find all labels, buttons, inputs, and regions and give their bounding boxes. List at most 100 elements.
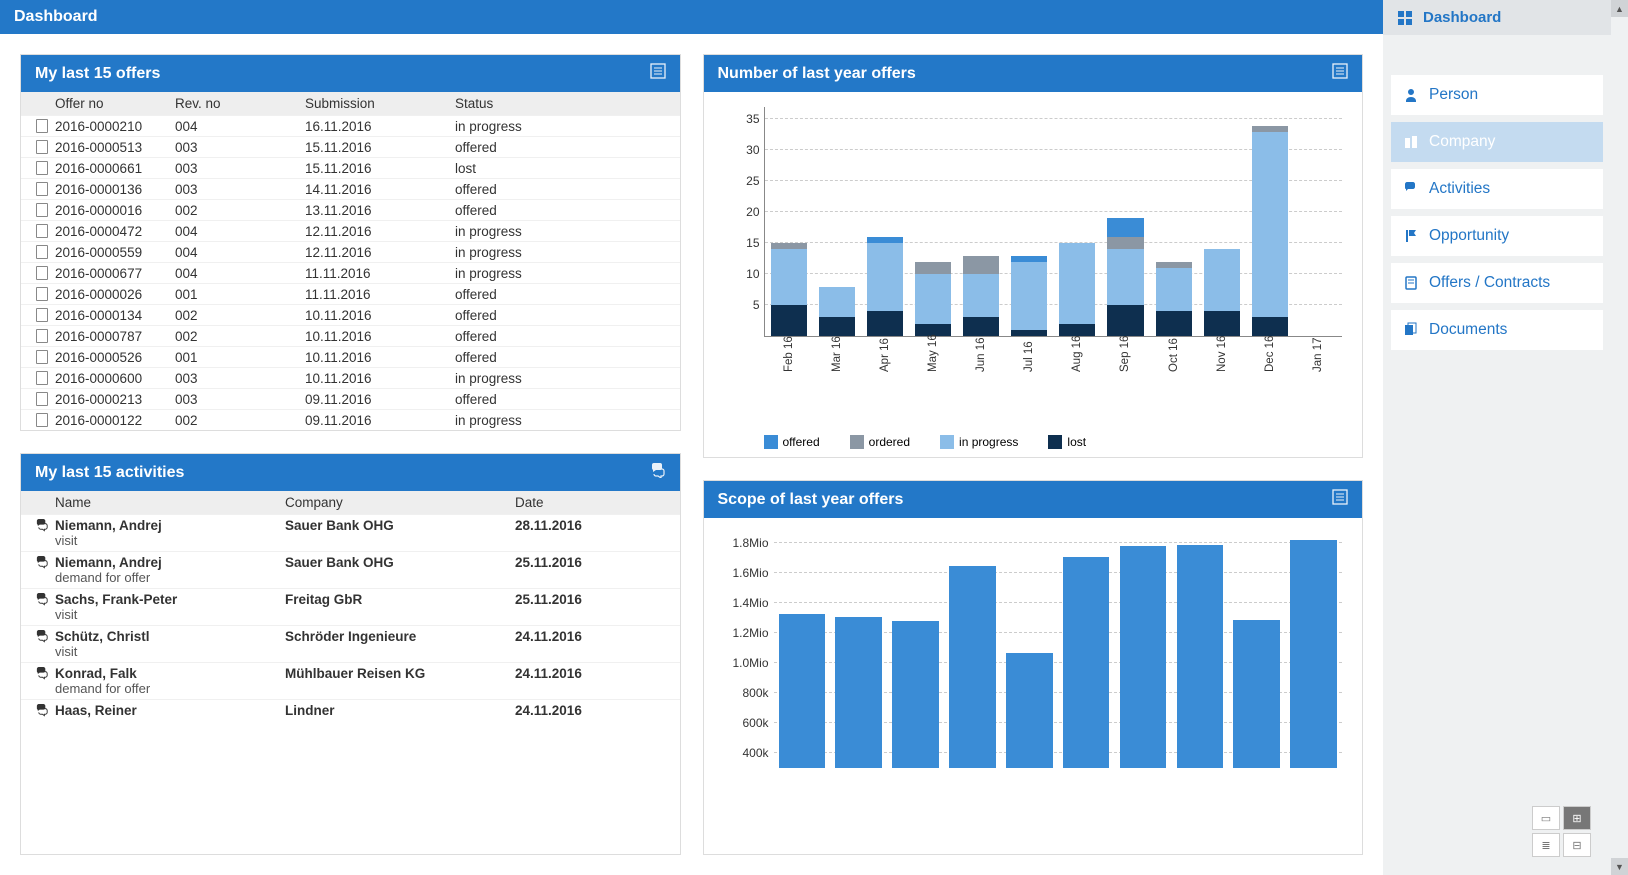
doc-icon <box>36 329 48 343</box>
cell-rev-no: 004 <box>175 119 305 134</box>
cell-offer-no: 2016-0000213 <box>55 392 175 407</box>
number-chart-panel: Number of last year offers 5101520253035… <box>703 54 1364 458</box>
cell-status: offered <box>455 329 672 344</box>
doc-icon <box>36 203 48 217</box>
bar <box>1115 528 1172 768</box>
table-row[interactable]: Konrad, FalkMühlbauer Reisen KG24.11.201… <box>21 662 680 683</box>
cell-status: offered <box>455 287 672 302</box>
cell-rev-no: 002 <box>175 329 305 344</box>
panel-menu-icon[interactable] <box>1332 489 1348 510</box>
chat-icon <box>35 666 50 681</box>
bar <box>944 528 1001 768</box>
bar: May 16 <box>909 107 957 336</box>
cell-submission: 12.11.2016 <box>305 224 455 239</box>
cell-status: offered <box>455 350 672 365</box>
cell-rev-no: 002 <box>175 203 305 218</box>
table-row[interactable]: 2016-000078700210.11.2016offered <box>21 325 680 346</box>
cell-status: in progress <box>455 224 672 239</box>
table-row[interactable]: Sachs, Frank-PeterFreitag GbR25.11.2016 <box>21 588 680 609</box>
cell-submission: 09.11.2016 <box>305 392 455 407</box>
table-row[interactable]: 2016-000052600110.11.2016offered <box>21 346 680 367</box>
view-grid-icon[interactable]: ⊞ <box>1563 806 1591 830</box>
sidebar-item-activities[interactable]: Activities <box>1391 169 1603 209</box>
cell-date: 25.11.2016 <box>515 555 672 570</box>
panel-menu-icon[interactable] <box>1332 63 1348 84</box>
chat-icon <box>35 555 50 570</box>
offers-panel: My last 15 offers Offer no Rev. no Submi… <box>20 54 681 431</box>
table-row[interactable]: 2016-000021300309.11.2016offered <box>21 388 680 409</box>
cell-status: in progress <box>455 245 672 260</box>
cell-offer-no: 2016-0000787 <box>55 329 175 344</box>
bar: Dec 16 <box>1246 107 1294 336</box>
table-row[interactable]: 2016-000060000310.11.2016in progress <box>21 367 680 388</box>
view-table-icon[interactable]: ⊟ <box>1563 833 1591 857</box>
sidebar-item-label: Activities <box>1429 180 1490 198</box>
cell-company: Freitag GbR <box>285 592 515 607</box>
cell-rev-no: 003 <box>175 182 305 197</box>
scroll-down-icon[interactable]: ▼ <box>1611 858 1628 875</box>
sidebar-item-offers-contracts[interactable]: Offers / Contracts <box>1391 263 1603 303</box>
page-header: Dashboard <box>0 0 1383 34</box>
scope-chart: 400k600k800k1.0Mio1.2Mio1.4Mio1.6Mio1.8M… <box>704 518 1363 778</box>
sidebar-item-company[interactable]: Company <box>1391 122 1603 162</box>
col-offer-no: Offer no <box>55 96 175 111</box>
bar: Apr 16 <box>861 107 909 336</box>
cell-offer-no: 2016-0000600 <box>55 371 175 386</box>
table-row[interactable]: 2016-000001600213.11.2016offered <box>21 199 680 220</box>
row-subtext: demand for offer <box>21 570 680 585</box>
cell-submission: 13.11.2016 <box>305 203 455 218</box>
cell-company: Sauer Bank OHG <box>285 555 515 570</box>
cell-offer-no: 2016-0000136 <box>55 182 175 197</box>
sidebar-item-documents[interactable]: Documents <box>1391 310 1603 350</box>
table-row[interactable]: 2016-000051300315.11.2016offered <box>21 136 680 157</box>
table-row[interactable]: 2016-000047200412.11.2016in progress <box>21 220 680 241</box>
panel-menu-icon[interactable] <box>650 63 666 84</box>
sidebar-header: Dashboard <box>1383 0 1611 35</box>
col-name: Name <box>55 495 285 510</box>
cell-offer-no: 2016-0000122 <box>55 413 175 428</box>
chat-icon[interactable] <box>650 462 666 483</box>
scope-chart-title: Scope of last year offers <box>718 491 904 509</box>
scroll-up-icon[interactable]: ▲ <box>1611 0 1628 17</box>
row-subtext: visit <box>21 644 680 659</box>
table-row[interactable]: 2016-000066100315.11.2016lost <box>21 157 680 178</box>
table-row[interactable]: 2016-000021000416.11.2016in progress <box>21 115 680 136</box>
table-row[interactable]: Niemann, AndrejSauer Bank OHG25.11.2016 <box>21 551 680 572</box>
cell-rev-no: 004 <box>175 224 305 239</box>
number-chart-title: Number of last year offers <box>718 65 916 83</box>
bar: Jul 16 <box>1005 107 1053 336</box>
table-row[interactable]: Niemann, AndrejSauer Bank OHG28.11.2016 <box>21 514 680 535</box>
row-subtext: visit <box>21 607 680 622</box>
table-row[interactable]: 2016-000055900412.11.2016in progress <box>21 241 680 262</box>
doc-icon <box>36 266 48 280</box>
col-status: Status <box>455 96 672 111</box>
table-row[interactable]: 2016-000067700411.11.2016in progress <box>21 262 680 283</box>
bar <box>1171 528 1228 768</box>
cell-rev-no: 003 <box>175 392 305 407</box>
cell-offer-no: 2016-0000134 <box>55 308 175 323</box>
table-row[interactable]: 2016-000002600111.11.2016offered <box>21 283 680 304</box>
sidebar-item-opportunity[interactable]: Opportunity <box>1391 216 1603 256</box>
view-single-icon[interactable]: ▭ <box>1532 806 1560 830</box>
col-company: Company <box>285 495 515 510</box>
table-row[interactable]: 2016-000013600314.11.2016offered <box>21 178 680 199</box>
docs-icon <box>1403 322 1419 338</box>
table-row[interactable]: 2016-000012200209.11.2016in progress <box>21 409 680 430</box>
cell-submission: 11.11.2016 <box>305 287 455 302</box>
table-row[interactable]: Schütz, ChristlSchröder Ingenieure24.11.… <box>21 625 680 646</box>
scrollbar[interactable]: ▲ ▼ <box>1611 0 1628 875</box>
chart-legend: offeredorderedin progresslost <box>764 435 1353 449</box>
bar <box>774 528 831 768</box>
cell-company: Schröder Ingenieure <box>285 629 515 644</box>
bar <box>1228 528 1285 768</box>
sidebar-item-person[interactable]: Person <box>1391 75 1603 115</box>
view-list-icon[interactable]: ≣ <box>1532 833 1560 857</box>
table-row[interactable]: 2016-000013400210.11.2016offered <box>21 304 680 325</box>
bar: Mar 16 <box>813 107 861 336</box>
cell-name: Niemann, Andrej <box>55 518 285 533</box>
cell-status: lost <box>455 161 672 176</box>
table-row[interactable]: Haas, ReinerLindner24.11.2016 <box>21 699 680 720</box>
chat-icon <box>35 703 50 718</box>
doc-icon <box>36 371 48 385</box>
bar <box>1058 528 1115 768</box>
